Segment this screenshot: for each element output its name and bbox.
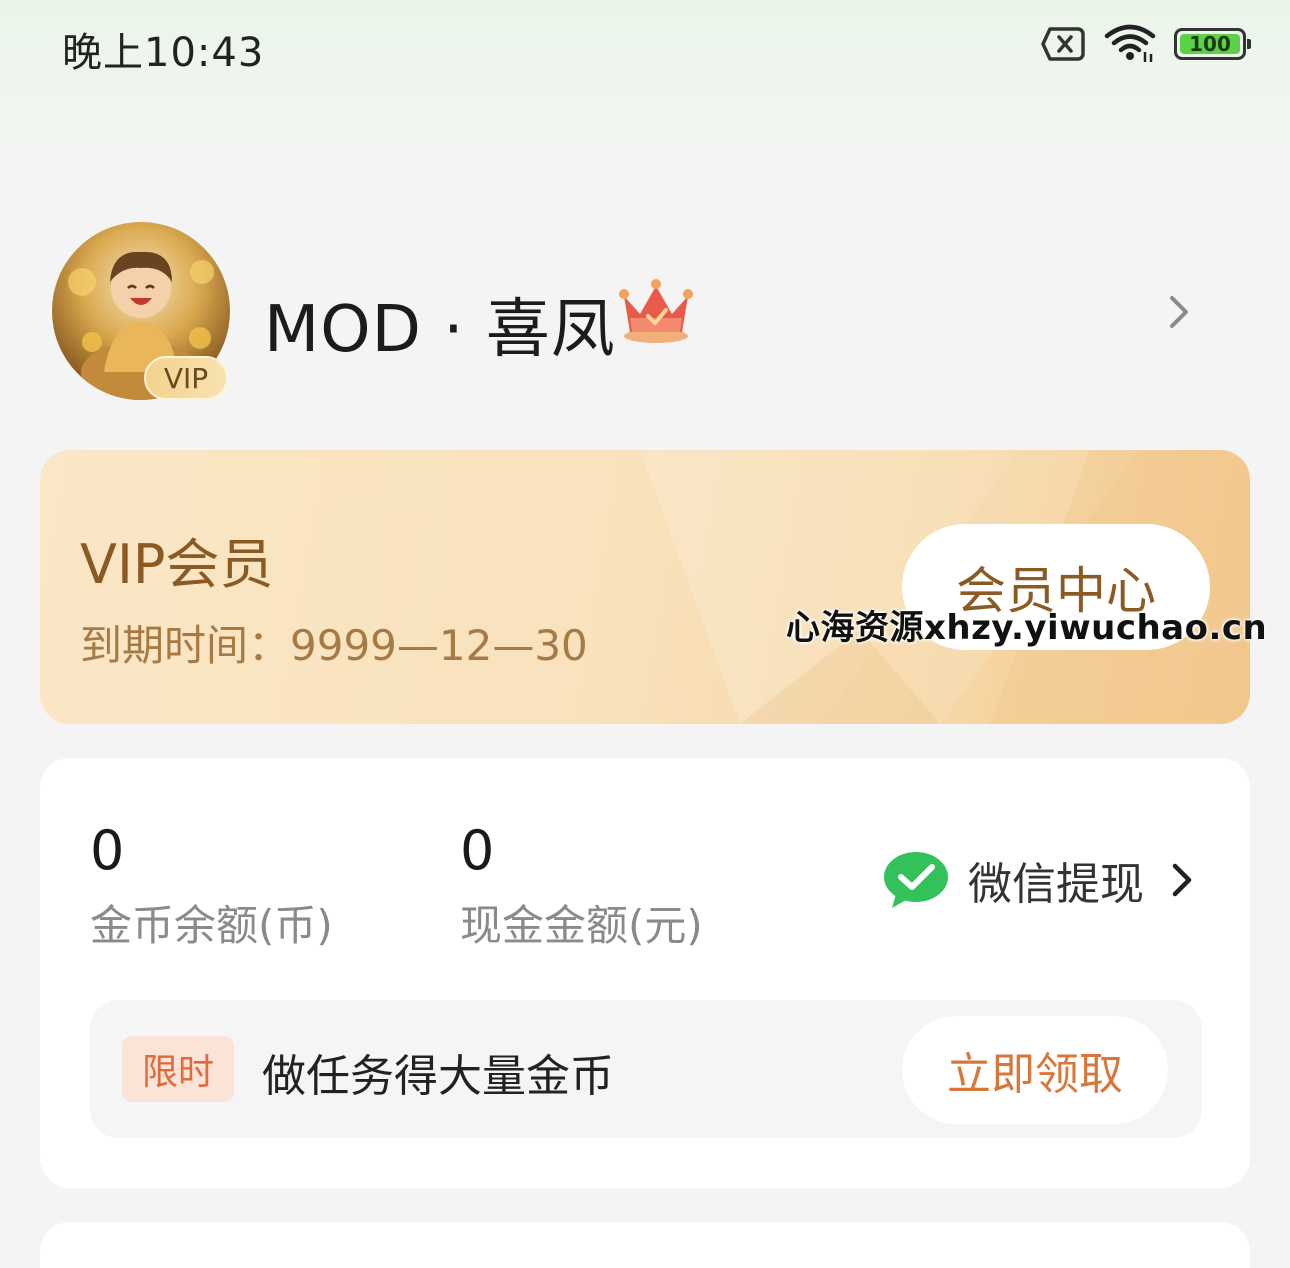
vip-badge: VIP: [144, 356, 228, 400]
task-banner[interactable]: 限时 做任务得大量金币 立即领取: [90, 1000, 1202, 1138]
status-icons: 100: [1040, 24, 1251, 64]
username: MOD · 喜凤: [264, 293, 616, 367]
wifi-icon: [1104, 24, 1156, 64]
next-card: [40, 1222, 1250, 1268]
sim-off-icon: [1040, 26, 1086, 62]
vip-title: VIP会员: [80, 533, 274, 596]
battery-level: 100: [1180, 34, 1240, 54]
status-bar: 晚上10:43 100: [0, 0, 1290, 90]
wechat-icon: [882, 850, 950, 910]
battery-icon: 100: [1174, 28, 1251, 60]
profile-row[interactable]: VIP MOD · 喜凤: [52, 222, 1212, 402]
withdraw-label: 微信提现: [968, 859, 1144, 910]
coin-balance-label: 金币余额(币): [90, 901, 333, 950]
cash-balance[interactable]: 0 现金金额(元): [460, 820, 703, 953]
vip-card[interactable]: VIP会员 到期时间：9999—12—30 会员中心: [40, 450, 1250, 724]
vip-expiry: 到期时间：9999—12—30: [80, 621, 588, 670]
wechat-withdraw-button[interactable]: 微信提现: [882, 848, 1194, 912]
wallet-card: 0 金币余额(币) 0 现金金额(元) 微信提现 限时 做任务得大量金币 立即领…: [40, 758, 1250, 1188]
crown-icon: [618, 274, 694, 350]
cash-balance-value: 0: [460, 819, 495, 882]
limited-time-tag: 限时: [122, 1036, 234, 1102]
coin-balance[interactable]: 0 金币余额(币): [90, 820, 333, 953]
task-text: 做任务得大量金币: [262, 1051, 614, 1102]
chevron-right-icon: [1172, 863, 1192, 897]
watermark: 心海资源xhzy.yiwuchao.cn: [786, 608, 1268, 648]
chevron-right-icon[interactable]: [1164, 292, 1192, 336]
coin-balance-value: 0: [90, 819, 125, 882]
claim-now-button[interactable]: 立即领取: [902, 1016, 1168, 1124]
cash-balance-label: 现金金额(元): [460, 901, 703, 950]
status-time: 晚上10:43: [62, 30, 265, 76]
